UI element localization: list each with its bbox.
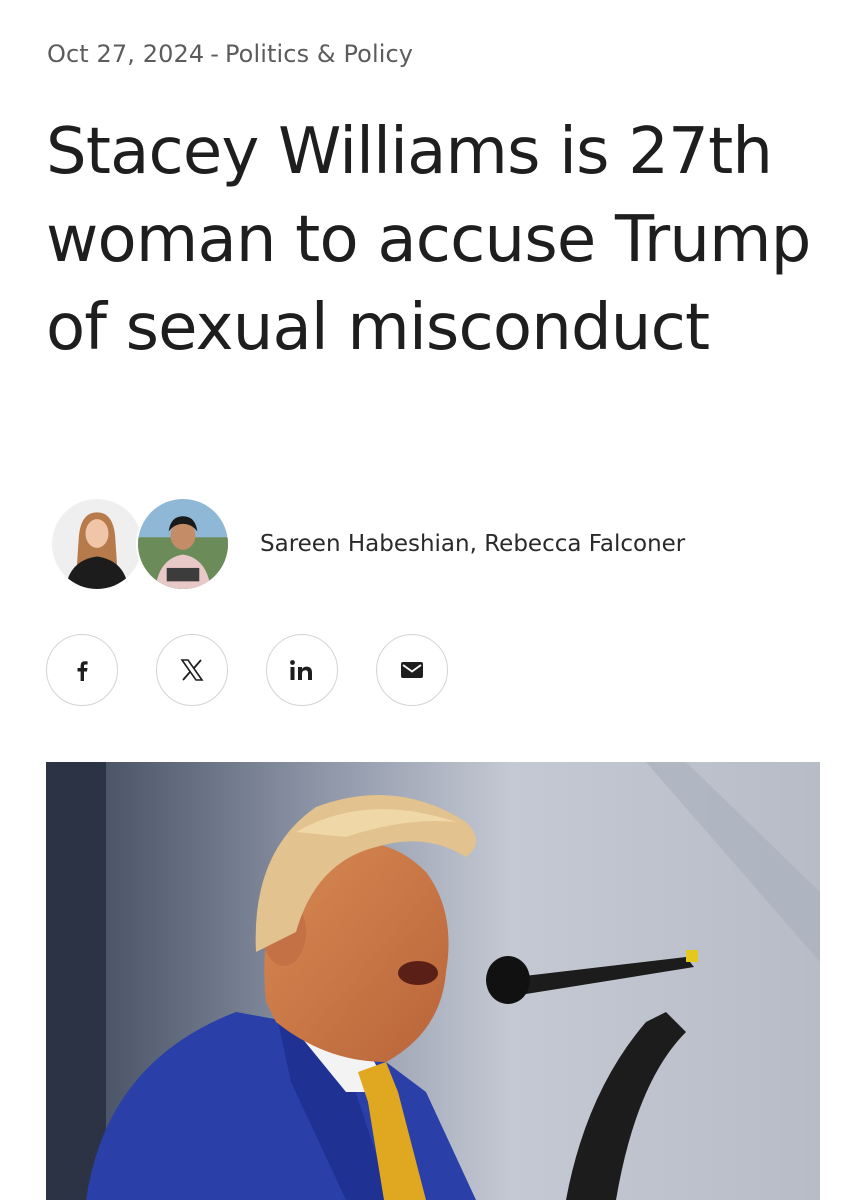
article-date: Oct 27, 2024 xyxy=(47,40,205,68)
author-names[interactable]: Sareen Habeshian, Rebecca Falconer xyxy=(260,531,685,557)
linkedin-icon xyxy=(290,660,312,680)
email-icon xyxy=(401,662,423,678)
author-avatar-1[interactable] xyxy=(50,497,144,591)
hero-photo xyxy=(46,762,820,1200)
share-x-button[interactable] xyxy=(156,634,228,706)
share-email-button[interactable] xyxy=(376,634,448,706)
facebook-icon xyxy=(77,661,88,681)
share-bar xyxy=(46,634,448,706)
share-linkedin-button[interactable] xyxy=(266,634,338,706)
byline: Sareen Habeshian, Rebecca Falconer xyxy=(50,496,685,592)
article-headline: Stacey Williams is 27th woman to accuse … xyxy=(46,115,811,365)
x-icon xyxy=(180,659,204,681)
meta-separator: - xyxy=(210,40,219,68)
article-meta: Oct 27, 2024- Politics & Policy xyxy=(47,40,413,68)
article-category[interactable]: Politics & Policy xyxy=(225,40,413,68)
author-avatar-2[interactable] xyxy=(136,497,230,591)
share-facebook-button[interactable] xyxy=(46,634,118,706)
